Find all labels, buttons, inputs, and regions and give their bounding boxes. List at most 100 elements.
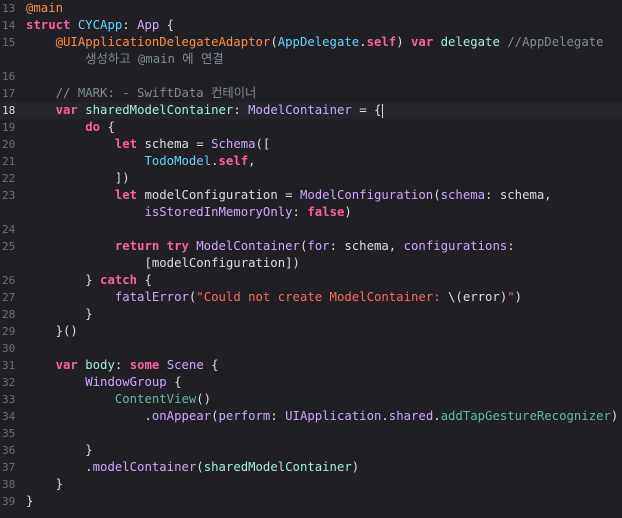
code-line[interactable]: 14 struct CYCApp: App {: [0, 17, 622, 34]
code-text: struct CYCApp: App {: [26, 17, 174, 34]
line-number: 38: [2, 478, 16, 491]
line-number: 21: [2, 155, 16, 168]
code-token: .: [433, 409, 441, 423]
code-token: .: [381, 409, 389, 423]
code-token: AppDelegate: [277, 35, 360, 49]
code-token: :: [114, 358, 130, 372]
code-editor[interactable]: 13 @main 14 struct CYCApp: App {15 @UIAppli…: [0, 0, 622, 518]
code-line[interactable]: 27 fatalError("Could not create ModelCon…: [0, 289, 622, 306]
code-token: \(error): [448, 290, 508, 304]
code-text: ]): [26, 170, 130, 187]
code-line[interactable]: 39}: [0, 493, 622, 510]
code-line[interactable]: 생성하고 @main 에 연결: [0, 51, 622, 68]
code-token: configurations: [403, 239, 508, 253]
code-line[interactable]: 23 let modelConfiguration = ModelConfigu…: [0, 187, 622, 204]
code-token: catch: [100, 273, 138, 287]
line-number: 28: [2, 308, 16, 321]
code-token: }: [26, 443, 93, 457]
code-line[interactable]: 20 let schema = Schema([: [0, 136, 622, 153]
code-token: .: [26, 409, 152, 423]
code-token: {: [137, 273, 152, 287]
code-token: self: [366, 35, 397, 49]
code-token: Scene: [166, 358, 204, 372]
code-token: .: [211, 154, 219, 168]
code-token: let: [114, 188, 145, 202]
code-line[interactable]: 34 .onAppear(perform: UIApplication.shar…: [0, 408, 622, 425]
code-line[interactable]: 33 ContentView(): [0, 391, 622, 408]
code-text: 생성하고 @main 에 연결: [26, 51, 223, 68]
code-token: {: [100, 120, 115, 134]
code-token: }: [26, 494, 34, 508]
code-line[interactable]: 21 TodoModel.self,: [0, 153, 622, 170]
code-line[interactable]: [modelConfiguration]): [0, 255, 622, 272]
code-token: WindowGroup: [85, 375, 167, 389]
line-number: 22: [2, 172, 16, 185]
line-number: 18: [2, 104, 16, 117]
code-line[interactable]: 36 }: [0, 442, 622, 459]
text-cursor: [382, 103, 384, 118]
code-line[interactable]: 13 @main: [0, 0, 622, 17]
code-token: ): [514, 290, 523, 304]
code-line[interactable]: 28 }: [0, 306, 622, 323]
code-token: :: [233, 103, 249, 117]
code-token: CYCApp: [77, 18, 123, 32]
code-token: schema: [440, 188, 486, 202]
code-text: .modelContainer(sharedModelContainer): [26, 459, 359, 476]
code-token: App: [137, 18, 160, 32]
code-token: some: [129, 358, 167, 372]
code-line[interactable]: isStoredInMemoryOnly: false): [0, 204, 622, 221]
code-token: :: [270, 409, 286, 423]
code-text: let schema = Schema([: [26, 136, 271, 153]
code-token: ): [610, 409, 619, 423]
code-token: ([: [255, 137, 271, 151]
code-line[interactable]: 38 }: [0, 476, 622, 493]
code-token: modelContainer: [92, 460, 197, 474]
line-number: 36: [2, 444, 16, 457]
code-line[interactable]: 19 do {: [0, 119, 622, 136]
code-text: let modelConfiguration = ModelConfigurat…: [26, 187, 552, 204]
code-line[interactable]: 15 @UIApplicationDelegateAdaptor(AppDele…: [0, 34, 622, 51]
code-text: @main: [26, 0, 63, 17]
code-token: isStoredInMemoryOnly: [144, 205, 293, 219]
code-token: }: [26, 273, 101, 287]
code-token: :: [507, 239, 515, 253]
code-token: fatalError: [114, 290, 189, 304]
code-token: .: [26, 460, 93, 474]
line-number: 25: [2, 240, 16, 253]
line-number: 34: [2, 410, 16, 423]
code-line[interactable]: 26 } catch {: [0, 272, 622, 289]
code-line[interactable]: 22 ]): [0, 170, 622, 187]
code-line[interactable]: 37 .modelContainer(sharedModelContainer): [0, 459, 622, 476]
code-text: return try ModelContainer(for: schema, c…: [26, 238, 515, 255]
code-token: modelConfiguration =: [144, 188, 300, 202]
code-token: // MARK: - SwiftData 컨테이너: [55, 86, 257, 100]
code-line[interactable]: 25 return try ModelContainer(for: schema…: [0, 238, 622, 255]
code-line[interactable]: 29 }(): [0, 323, 622, 340]
code-line[interactable]: 31 var body: some Scene {: [0, 357, 622, 374]
code-line[interactable]: 32 WindowGroup {: [0, 374, 622, 391]
code-line[interactable]: 18 var sharedModelContainer: ModelContai…: [0, 102, 622, 119]
line-number: 33: [2, 393, 16, 406]
code-line[interactable]: 16: [0, 68, 622, 85]
line-number: 15: [2, 36, 16, 49]
code-token: TodoModel: [144, 154, 212, 168]
code-token: var: [55, 103, 86, 117]
line-number: 19: [2, 121, 16, 134]
code-line[interactable]: 17 // MARK: - SwiftData 컨테이너: [0, 85, 622, 102]
code-token: delegate: [440, 35, 500, 49]
code-token: ModelContainer: [248, 103, 352, 117]
code-line[interactable]: 30: [0, 340, 622, 357]
code-token: Schema: [211, 137, 256, 151]
code-token: //AppDelegate: [507, 35, 604, 49]
code-token: return try: [114, 239, 197, 253]
line-number: 27: [2, 291, 16, 304]
code-line[interactable]: 24: [0, 221, 622, 238]
code-line[interactable]: 35: [0, 425, 622, 442]
line-number: 35: [2, 427, 16, 440]
code-text: @UIApplicationDelegateAdaptor(AppDelegat…: [26, 34, 604, 51]
code-token: do: [85, 120, 101, 134]
code-token: (): [196, 392, 212, 406]
code-token: {: [159, 18, 175, 32]
